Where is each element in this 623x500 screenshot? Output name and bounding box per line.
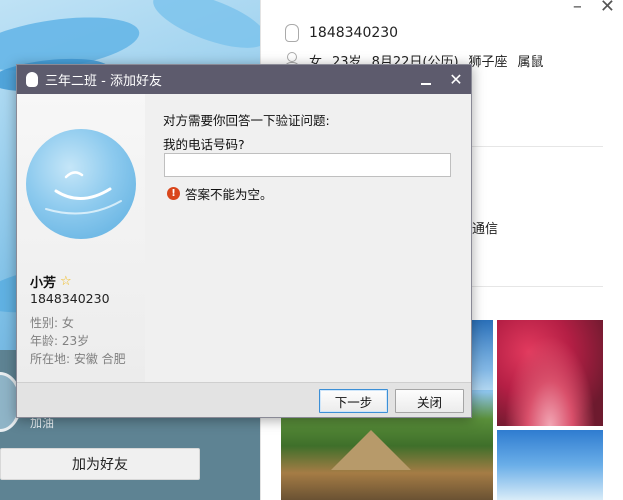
verification-question: 我的电话号码? xyxy=(163,137,245,152)
photo-pink-trees[interactable] xyxy=(497,320,603,426)
qq-penguin-icon xyxy=(283,24,299,42)
window-controls: – ✕ xyxy=(573,0,615,17)
close-dialog-button[interactable]: 关闭 xyxy=(395,389,464,413)
close-icon: ✕ xyxy=(449,70,463,89)
photo-blue-sky[interactable] xyxy=(497,430,603,500)
user-gender: 性别: 女 xyxy=(30,316,74,330)
error-message: ! 答案不能为空。 xyxy=(167,184,273,203)
add-friend-button[interactable]: 加为好友 xyxy=(0,448,200,480)
user-qq-number: 1848340230 xyxy=(30,291,110,306)
close-button[interactable]: ✕ xyxy=(441,65,471,94)
add-friend-dialog: 三年二班 - 添加好友 ✕ 小芳 ☆ 1848340230 性别: 女 年龄: … xyxy=(16,64,472,418)
minimize-button[interactable] xyxy=(411,65,441,94)
error-icon: ! xyxy=(167,187,180,200)
dialog-title: 三年二班 - 添加好友 xyxy=(45,74,162,89)
user-card: 小芳 ☆ 1848340230 性别: 女 年龄: 23岁 所在地: 安徽 合肥 xyxy=(17,94,145,384)
user-nickname-row: 小芳 ☆ xyxy=(30,272,72,291)
user-avatar xyxy=(26,129,136,239)
minimize-icon xyxy=(421,82,431,85)
qq-number-row: 1848340230 xyxy=(283,24,398,42)
star-icon: ☆ xyxy=(60,274,72,289)
dialog-title-bar[interactable]: 三年二班 - 添加好友 ✕ xyxy=(17,65,471,94)
user-nickname: 小芳 xyxy=(30,276,57,291)
partial-info-text: 通信 xyxy=(472,222,499,237)
qq-penguin-icon xyxy=(25,71,39,88)
next-button[interactable]: 下一步 xyxy=(319,389,388,413)
close-icon[interactable]: ✕ xyxy=(600,0,615,17)
dialog-footer: 下一步 关闭 xyxy=(17,382,471,417)
minimize-icon[interactable]: – xyxy=(573,0,582,17)
answer-input[interactable] xyxy=(164,153,451,177)
zodiac: 狮子座 xyxy=(468,55,508,70)
qq-number: 1848340230 xyxy=(309,25,399,41)
user-location: 所在地: 安徽 合肥 xyxy=(30,352,126,366)
verification-prompt: 对方需要你回答一下验证问题: xyxy=(163,113,330,128)
chinese-zodiac: 属鼠 xyxy=(517,55,544,70)
error-text: 答案不能为空。 xyxy=(185,187,273,202)
user-age: 年龄: 23岁 xyxy=(30,334,90,348)
